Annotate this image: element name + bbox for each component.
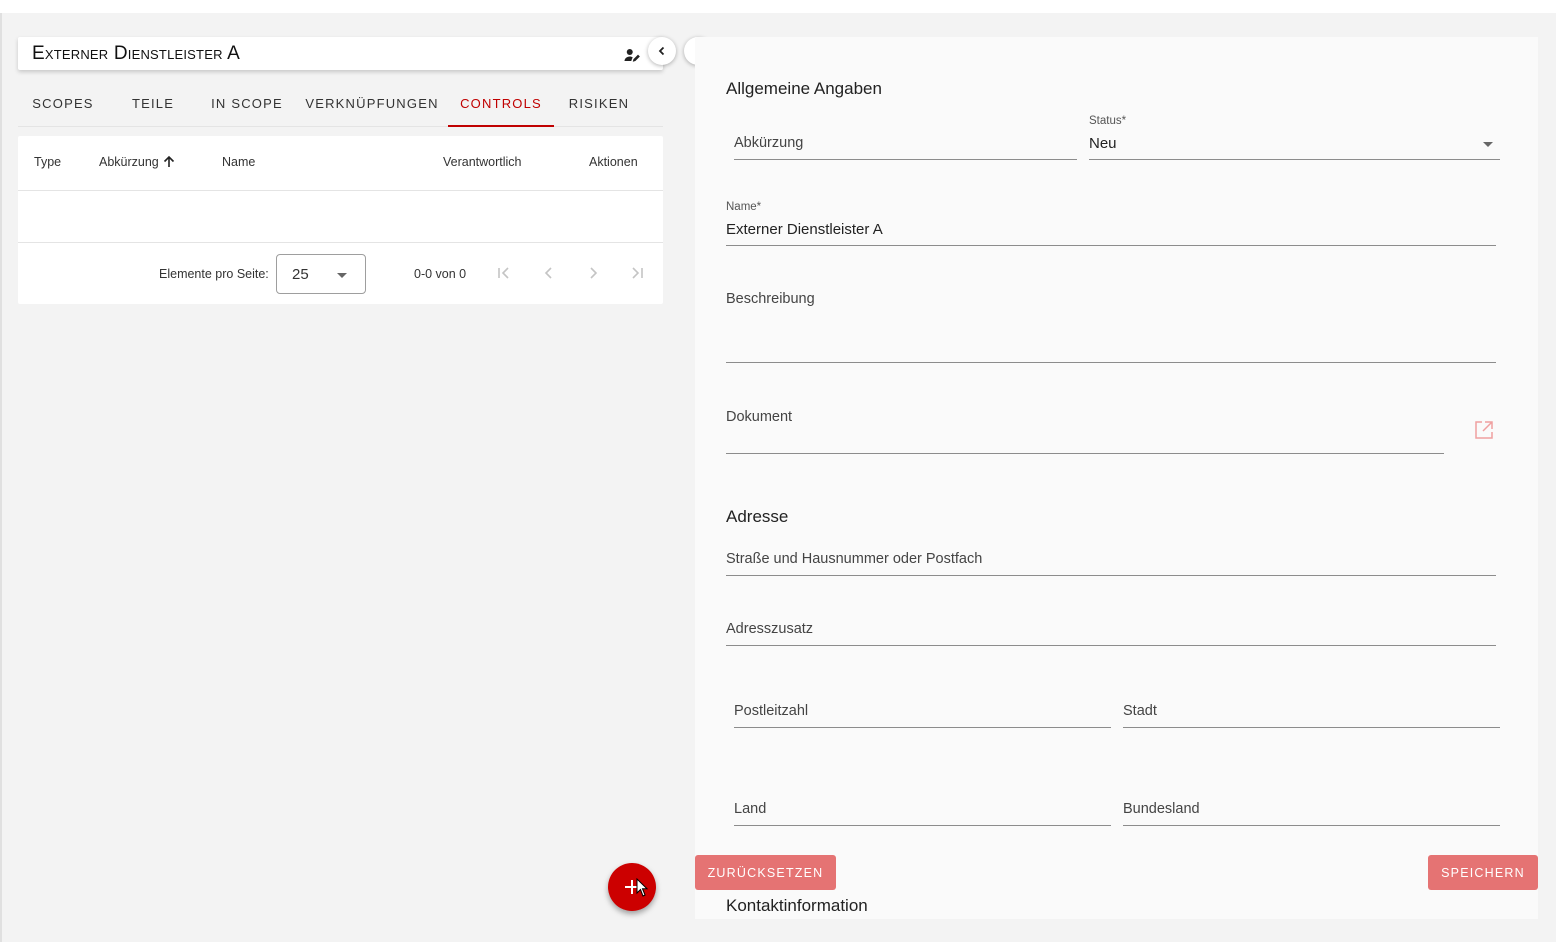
page-title: Externer Dienstleister A	[32, 42, 240, 64]
abbreviation-underline	[734, 159, 1077, 160]
sort-ascending-icon	[164, 155, 175, 167]
status-underline	[1089, 159, 1500, 160]
tab-risiken[interactable]: Risiken	[554, 80, 644, 126]
name-field[interactable]: Externer Dienstleister A	[726, 221, 883, 238]
column-aktionen: Aktionen	[589, 155, 638, 169]
document-underline	[726, 453, 1444, 454]
column-abkuerzung-label: Abkürzung	[99, 155, 159, 169]
object-detail-form: Allgemeine Angaben Abkürzung Status* Neu…	[695, 37, 1538, 919]
tab-scopes[interactable]: Scopes	[18, 80, 108, 126]
section-general-title: Allgemeine Angaben	[726, 79, 882, 98]
items-per-page-label: Elemente pro Seite:	[159, 267, 269, 281]
open-in-new-icon[interactable]	[1474, 420, 1494, 440]
description-field[interactable]: Beschreibung	[726, 291, 815, 307]
collapse-left-button[interactable]	[648, 37, 676, 65]
address-extra-underline	[726, 645, 1496, 646]
mouse-cursor-icon	[636, 878, 649, 897]
empty-table-row	[18, 191, 663, 243]
document-field[interactable]: Dokument	[726, 409, 792, 425]
section-address-title: Adresse	[726, 507, 789, 526]
address-extra-field[interactable]: Adresszusatz	[726, 621, 813, 637]
tab-bar: Scopes Teile In Scope Verknüpfungen Cont…	[18, 80, 663, 127]
tab-teile[interactable]: Teile	[108, 80, 198, 126]
name-underline	[726, 245, 1496, 246]
column-name[interactable]: Name	[222, 155, 255, 169]
status-label: Status*	[1089, 115, 1127, 127]
object-title-card: Externer Dienstleister A	[18, 37, 663, 70]
country-field[interactable]: Land	[734, 801, 766, 817]
description-underline	[726, 362, 1496, 363]
last-page-icon[interactable]	[626, 262, 648, 284]
status-dropdown-arrow-icon[interactable]	[1483, 142, 1493, 147]
tab-controls[interactable]: Controls	[448, 80, 554, 127]
zip-underline	[734, 727, 1111, 728]
street-field[interactable]: Straße und Hausnummer oder Postfach	[726, 551, 982, 567]
dropdown-arrow-icon	[337, 273, 347, 278]
items-per-page-select[interactable]: 25	[276, 254, 366, 294]
abbreviation-field[interactable]: Abkürzung	[734, 135, 803, 151]
tab-verknuepfungen[interactable]: Verknüpfungen	[296, 80, 448, 126]
first-page-icon[interactable]	[493, 262, 515, 284]
top-strip	[0, 0, 1556, 13]
zip-field[interactable]: Postleitzahl	[734, 703, 808, 719]
city-underline	[1123, 727, 1500, 728]
state-underline	[1123, 825, 1500, 826]
name-label: Name*	[726, 201, 762, 213]
column-type[interactable]: Type	[34, 155, 61, 169]
street-underline	[726, 575, 1496, 576]
next-page-icon[interactable]	[582, 262, 604, 284]
edit-user-icon[interactable]	[623, 46, 641, 64]
column-verantwortlich[interactable]: Verantwortlich	[443, 155, 522, 169]
chevron-left-icon	[658, 46, 665, 56]
state-field[interactable]: Bundesland	[1123, 801, 1200, 817]
table-header: Type Abkürzung Name Verantwortlich Aktio…	[18, 136, 663, 191]
save-button[interactable]: Speichern	[1428, 855, 1538, 890]
left-edge	[0, 13, 2, 942]
column-abkuerzung[interactable]: Abkürzung	[99, 155, 176, 169]
section-contact-title: Kontaktinformation	[726, 896, 868, 915]
tab-in-scope[interactable]: In Scope	[198, 80, 296, 126]
city-field[interactable]: Stadt	[1123, 703, 1157, 719]
controls-table: Type Abkürzung Name Verantwortlich Aktio…	[18, 136, 663, 304]
prev-page-icon[interactable]	[538, 262, 560, 284]
paginator: Elemente pro Seite: 25 0-0 von 0	[18, 243, 663, 303]
reset-button[interactable]: Zurücksetzen	[695, 855, 836, 890]
page-range-label: 0-0 von 0	[414, 267, 467, 281]
items-per-page-value: 25	[292, 266, 309, 283]
country-underline	[734, 825, 1111, 826]
status-select[interactable]: Neu	[1089, 135, 1117, 152]
